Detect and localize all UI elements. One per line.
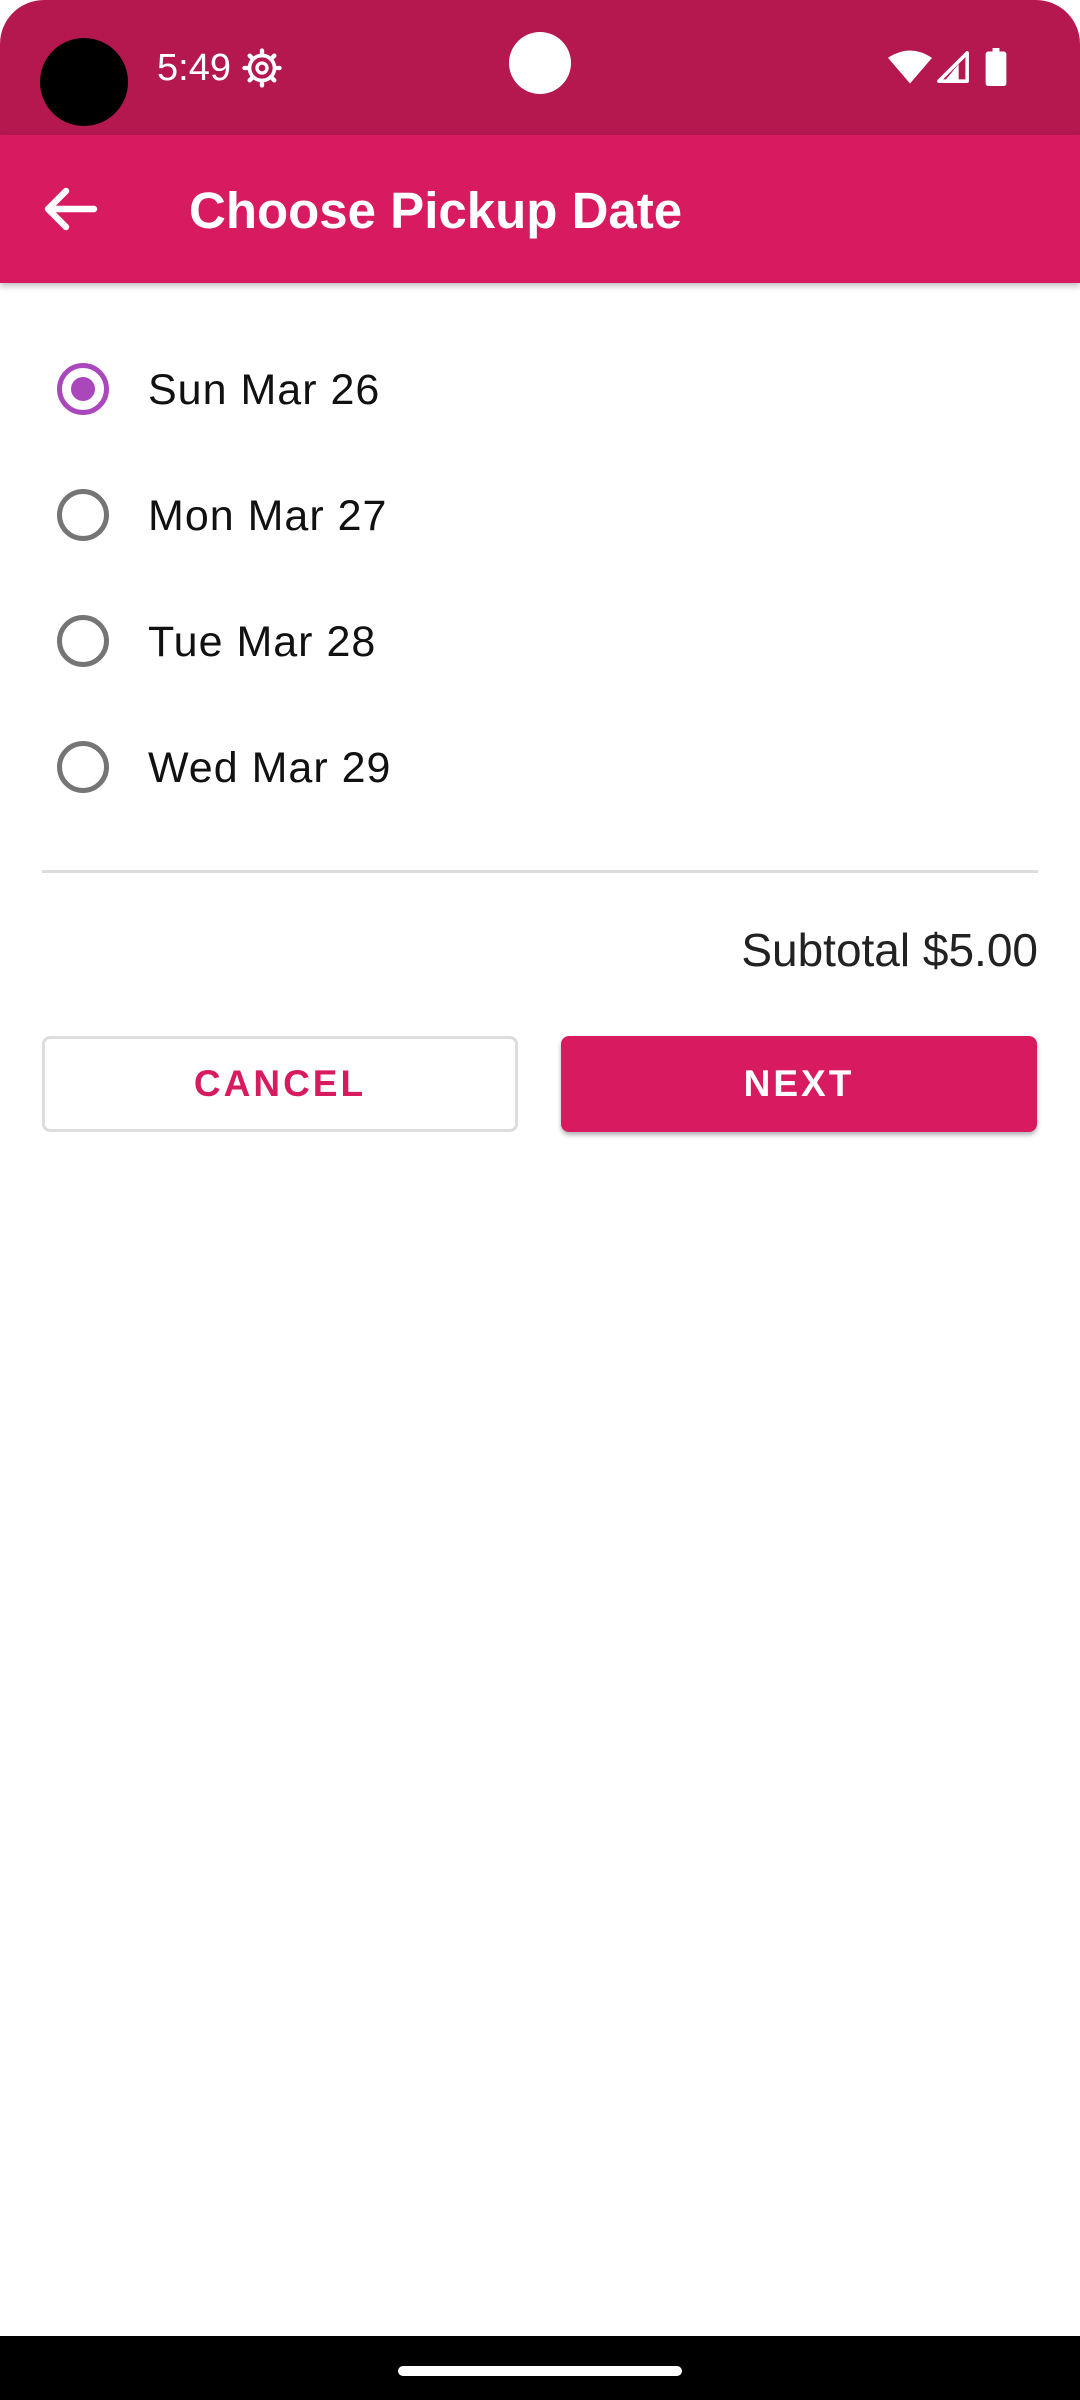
navigation-bar [0, 2336, 1080, 2400]
date-option-label: Tue Mar 28 [148, 618, 377, 666]
subtotal-text: Subtotal $5.00 [741, 924, 1038, 976]
wifi-icon [888, 50, 932, 84]
date-option-tue-mar-28[interactable]: Tue Mar 28 [0, 581, 1080, 701]
status-bar: 5:49 [0, 0, 1080, 135]
date-option-wed-mar-29[interactable]: Wed Mar 29 [0, 707, 1080, 827]
date-option-sun-mar-26[interactable]: Sun Mar 26 [0, 329, 1080, 449]
date-option-label: Mon Mar 27 [148, 492, 388, 540]
radio-button[interactable] [57, 489, 109, 541]
front-camera [509, 32, 571, 94]
radio-button[interactable] [57, 741, 109, 793]
next-button[interactable]: NEXT [561, 1036, 1037, 1132]
arrow-left-icon[interactable] [40, 185, 100, 233]
date-option-label: Sun Mar 26 [148, 366, 381, 414]
camera-cutout [40, 38, 128, 126]
app-bar: Choose Pickup Date [0, 135, 1080, 283]
cancel-button[interactable]: CANCEL [42, 1036, 518, 1132]
divider [42, 870, 1038, 873]
settings-icon [242, 48, 282, 88]
radio-button[interactable] [57, 615, 109, 667]
screen: 5:49 Choose Pickup Date Sun Mar 26 Mon M… [0, 0, 1080, 2400]
battery-icon [985, 48, 1007, 86]
radio-button-checked[interactable] [57, 363, 109, 415]
date-option-label: Wed Mar 29 [148, 744, 392, 792]
status-time: 5:49 [157, 47, 231, 89]
signal-icon [937, 51, 969, 83]
page-title: Choose Pickup Date [189, 182, 683, 239]
date-option-mon-mar-27[interactable]: Mon Mar 27 [0, 455, 1080, 575]
home-gesture-handle[interactable] [398, 2366, 682, 2376]
